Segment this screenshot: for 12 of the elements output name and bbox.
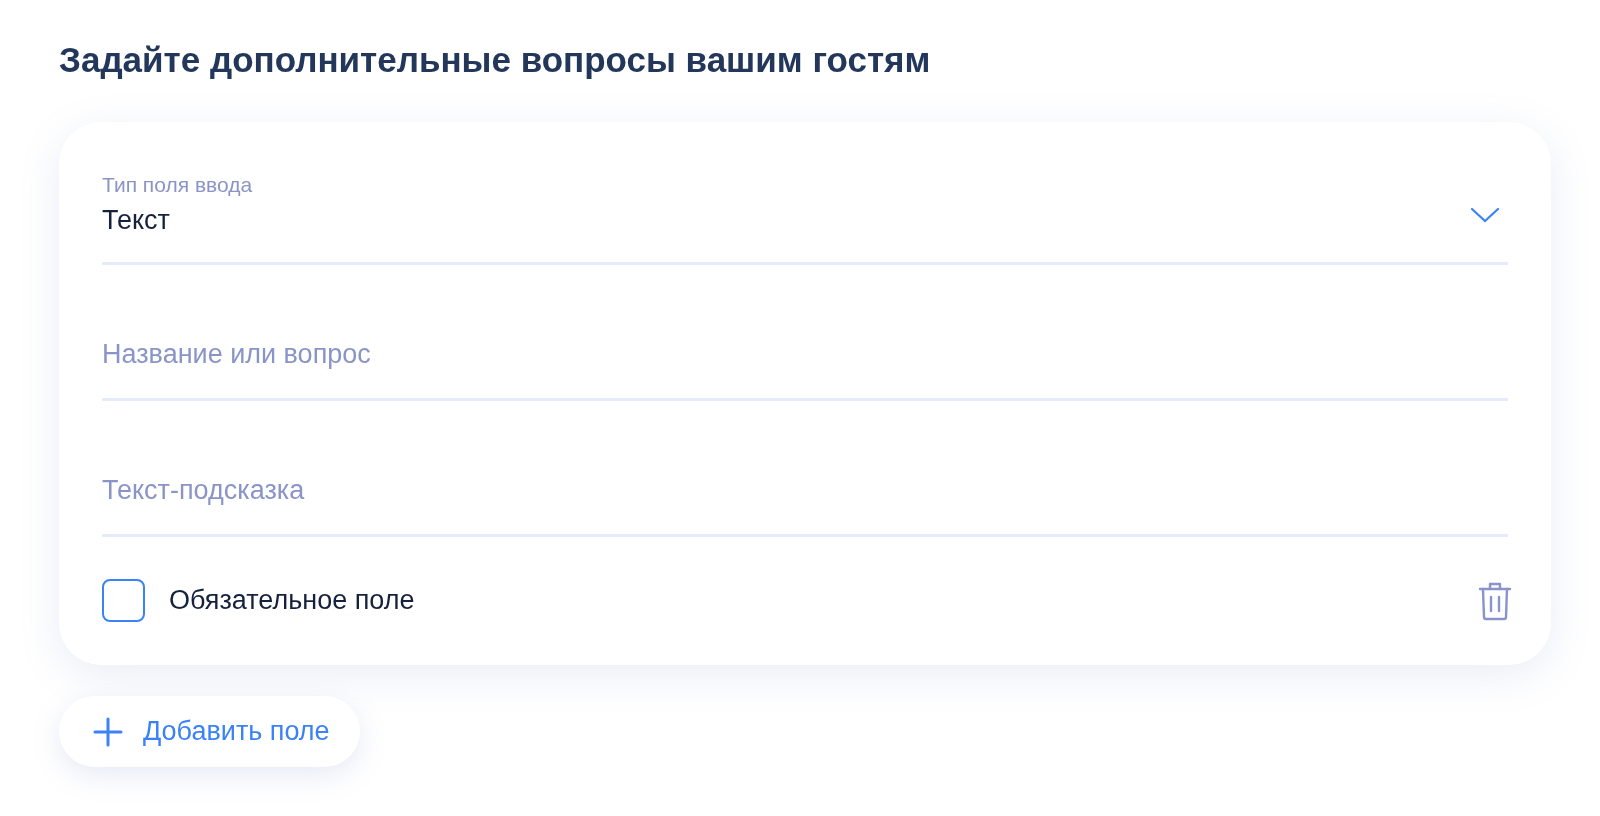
chevron-down-icon xyxy=(1470,206,1500,224)
section-title: Задайте дополнительные вопросы вашим гостям xyxy=(59,39,932,81)
input-type-select[interactable]: Тип поля ввода Текст xyxy=(102,166,1508,265)
trash-icon[interactable] xyxy=(1478,580,1512,621)
checkbox-label: Обязательное поле xyxy=(169,585,415,616)
add-field-button[interactable]: Добавить поле xyxy=(59,696,360,767)
plus-icon xyxy=(93,716,123,747)
field-label: Тип поля ввода xyxy=(102,173,253,197)
select-value: Текст xyxy=(102,205,170,236)
checkbox[interactable] xyxy=(102,579,145,622)
text-field[interactable]: Название или вопрос xyxy=(102,339,702,370)
text-field[interactable]: Текст-подсказка xyxy=(102,475,702,506)
